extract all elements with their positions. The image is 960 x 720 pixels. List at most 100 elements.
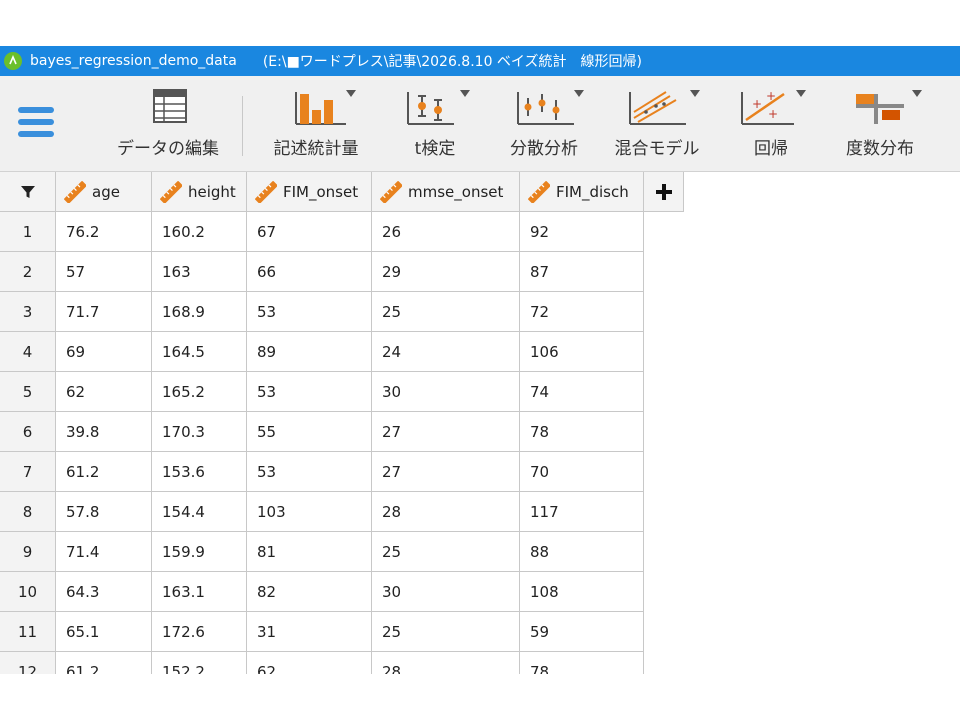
table-cell[interactable]: 57 — [56, 252, 152, 292]
table-cell[interactable]: 53 — [247, 452, 372, 492]
menu-hamburger-button[interactable] — [18, 107, 54, 141]
row-number[interactable]: 1 — [0, 212, 56, 252]
table-cell[interactable]: 170.3 — [152, 412, 247, 452]
hamburger-line — [18, 131, 54, 137]
column-header-label: FIM_onset — [283, 182, 359, 201]
mixed-model-label: 混合モデル — [614, 139, 700, 159]
table-cell[interactable]: 67 — [247, 212, 372, 252]
ribbon-divider — [242, 96, 243, 156]
table-cell[interactable]: 62 — [247, 652, 372, 674]
table-cell[interactable]: 159.9 — [152, 532, 247, 572]
data-edit-button[interactable]: データの編集 — [117, 86, 219, 166]
scale-ruler-icon — [528, 180, 550, 203]
table-cell[interactable]: 165.2 — [152, 372, 247, 412]
mixed-model-icon — [614, 86, 700, 130]
table-cell[interactable]: 88 — [520, 532, 644, 572]
table-cell[interactable]: 29 — [372, 252, 520, 292]
row-number[interactable]: 8 — [0, 492, 56, 532]
column-header-mmse-onset[interactable]: mmse_onset — [372, 172, 520, 212]
table-cell[interactable]: 71.4 — [56, 532, 152, 572]
table-cell[interactable]: 153.6 — [152, 452, 247, 492]
table-cell[interactable]: 72 — [520, 292, 644, 332]
mixed-model-button[interactable]: 混合モデル — [614, 86, 700, 166]
table-cell[interactable]: 89 — [247, 332, 372, 372]
table-cell[interactable]: 39.8 — [56, 412, 152, 452]
frequency-button[interactable]: 度数分布 — [838, 86, 922, 166]
table-cell[interactable]: 27 — [372, 412, 520, 452]
ribbon-toolbar: データの編集 記述統計量 t検定 分散分析 混合モデル + + + 回帰 度数分… — [0, 76, 960, 172]
regression-button[interactable]: + + + 回帰 — [736, 86, 806, 166]
table-cell[interactable]: 61.2 — [56, 452, 152, 492]
column-header-age[interactable]: age — [56, 172, 152, 212]
table-cell[interactable]: 28 — [372, 652, 520, 674]
table-cell[interactable]: 27 — [372, 452, 520, 492]
table-cell[interactable]: 163 — [152, 252, 247, 292]
table-cell[interactable]: 154.4 — [152, 492, 247, 532]
table-cell[interactable]: 71.7 — [56, 292, 152, 332]
table-cell[interactable]: 117 — [520, 492, 644, 532]
table-cell[interactable]: 53 — [247, 372, 372, 412]
table-cell[interactable]: 81 — [247, 532, 372, 572]
table-cell[interactable]: 152.2 — [152, 652, 247, 674]
table-cell[interactable]: 62 — [56, 372, 152, 412]
table-cell[interactable]: 55 — [247, 412, 372, 452]
table-cell[interactable]: 87 — [520, 252, 644, 292]
frequency-icon — [838, 86, 922, 130]
row-number[interactable]: 10 — [0, 572, 56, 612]
table-cell[interactable]: 28 — [372, 492, 520, 532]
table-cell[interactable]: 164.5 — [152, 332, 247, 372]
table-cell[interactable]: 106 — [520, 332, 644, 372]
anova-button[interactable]: 分散分析 — [504, 86, 584, 166]
table-cell[interactable]: 30 — [372, 372, 520, 412]
table-cell[interactable]: 64.3 — [56, 572, 152, 612]
table-cell[interactable]: 25 — [372, 532, 520, 572]
table-cell[interactable]: 53 — [247, 292, 372, 332]
data-edit-label: データの編集 — [117, 139, 219, 159]
row-number[interactable]: 12 — [0, 652, 56, 674]
filter-button[interactable] — [0, 172, 56, 212]
row-number[interactable]: 11 — [0, 612, 56, 652]
column-header-fim-onset[interactable]: FIM_onset — [247, 172, 372, 212]
row-number[interactable]: 4 — [0, 332, 56, 372]
table-cell[interactable]: 24 — [372, 332, 520, 372]
column-header-height[interactable]: height — [152, 172, 247, 212]
row-number[interactable]: 7 — [0, 452, 56, 492]
row-number[interactable]: 2 — [0, 252, 56, 292]
table-cell[interactable]: 78 — [520, 652, 644, 674]
table-cell[interactable]: 59 — [520, 612, 644, 652]
plus-icon — [655, 183, 672, 200]
table-cell[interactable]: 25 — [372, 292, 520, 332]
table-cell[interactable]: 103 — [247, 492, 372, 532]
table-cell[interactable]: 163.1 — [152, 572, 247, 612]
chevron-down-icon — [796, 90, 806, 97]
table-cell[interactable]: 31 — [247, 612, 372, 652]
table-cell[interactable]: 66 — [247, 252, 372, 292]
table-cell[interactable]: 26 — [372, 212, 520, 252]
t-test-button[interactable]: t検定 — [400, 86, 470, 166]
table-cell[interactable]: 168.9 — [152, 292, 247, 332]
table-cell[interactable]: 76.2 — [56, 212, 152, 252]
column-header-label: FIM_disch — [556, 182, 629, 201]
table-cell[interactable]: 65.1 — [56, 612, 152, 652]
column-header-fim-disch[interactable]: FIM_disch — [520, 172, 644, 212]
table-cell[interactable]: 69 — [56, 332, 152, 372]
descriptives-button[interactable]: 記述統計量 — [268, 86, 364, 166]
row-number[interactable]: 3 — [0, 292, 56, 332]
add-column-button[interactable] — [644, 172, 684, 212]
table-cell[interactable]: 92 — [520, 212, 644, 252]
table-cell[interactable]: 108 — [520, 572, 644, 612]
table-cell[interactable]: 70 — [520, 452, 644, 492]
table-cell[interactable]: 160.2 — [152, 212, 247, 252]
table-cell[interactable]: 172.6 — [152, 612, 247, 652]
table-cell[interactable]: 57.8 — [56, 492, 152, 532]
table-cell[interactable]: 78 — [520, 412, 644, 452]
row-number[interactable]: 5 — [0, 372, 56, 412]
table-cell[interactable]: 25 — [372, 612, 520, 652]
table-cell[interactable]: 74 — [520, 372, 644, 412]
table-cell[interactable]: 30 — [372, 572, 520, 612]
row-number[interactable]: 9 — [0, 532, 56, 572]
table-cell[interactable]: 82 — [247, 572, 372, 612]
row-number[interactable]: 6 — [0, 412, 56, 452]
table-cell[interactable]: 61.2 — [56, 652, 152, 674]
chevron-down-icon — [460, 90, 470, 97]
